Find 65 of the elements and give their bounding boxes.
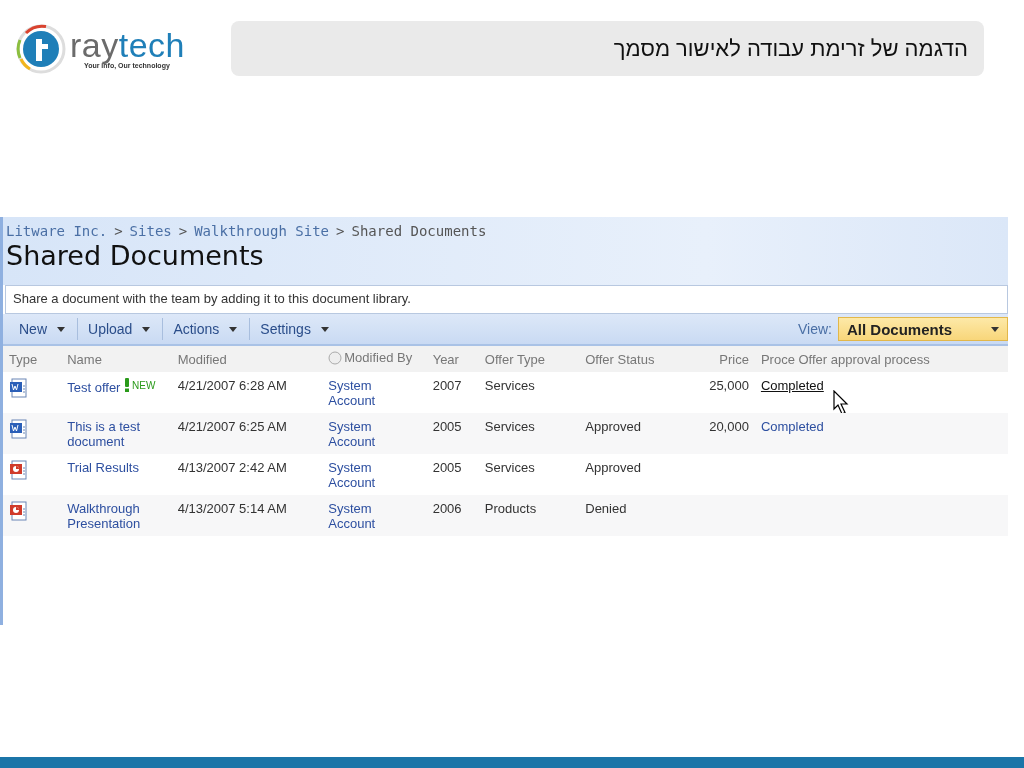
toolbar-menu[interactable]: Upload — [78, 318, 164, 340]
logo-wordmark: raytech — [70, 28, 185, 62]
new-label: NEW — [132, 379, 156, 391]
word-document-icon — [9, 378, 29, 398]
table-cell: 4/21/2007 6:28 AM — [171, 372, 323, 413]
document-name-link[interactable]: Trial Results — [61, 454, 172, 495]
table-cell: 2005 — [426, 454, 479, 495]
table-cell: 20,000 — [684, 413, 755, 454]
caret-icon — [142, 326, 151, 332]
column-header[interactable]: Name — [61, 346, 172, 372]
column-header[interactable]: Type — [3, 346, 62, 372]
column-header[interactable]: Modified — [171, 346, 323, 372]
user-link[interactable]: System Account — [322, 372, 427, 413]
page-title: Shared Documents — [6, 240, 265, 271]
user-link[interactable]: System Account — [322, 413, 427, 454]
presentation-file-icon — [9, 501, 29, 521]
breadcrumb-link[interactable]: Walkthrough Site — [194, 223, 330, 239]
column-header[interactable]: Price — [684, 346, 755, 372]
workflow-status-link[interactable]: Completed — [760, 419, 824, 434]
table-cell: 25,000 — [684, 372, 755, 413]
toolbar-menu[interactable]: Settings — [250, 318, 341, 340]
view-dropdown[interactable]: All Documents — [838, 317, 1008, 341]
workflow-status-link[interactable]: Completed — [760, 378, 824, 393]
logo-mark-icon — [16, 23, 66, 74]
caret-icon — [991, 326, 999, 332]
table-cell: 2006 — [426, 495, 479, 536]
table-cell: Approved — [579, 413, 685, 454]
table-cell: 4/13/2007 2:42 AM — [171, 454, 323, 495]
word-document-icon — [9, 419, 29, 439]
caret-icon — [320, 326, 329, 332]
description-text: Share a document with the team by adding it to this document library. — [5, 285, 1008, 314]
column-header[interactable]: Proce Offer approval process — [754, 346, 1008, 372]
exclamation-icon — [124, 378, 131, 392]
document-name-link[interactable]: Walkthrough Presentation — [61, 495, 172, 536]
table-cell: 2005 — [426, 413, 479, 454]
breadcrumb-separator: > — [178, 223, 188, 239]
presence-icon — [328, 350, 343, 365]
document-name-link[interactable]: This is a test document — [61, 413, 172, 454]
toolbar-menu[interactable]: Actions — [163, 318, 251, 340]
breadcrumb-separator: > — [114, 223, 123, 239]
column-header[interactable]: Offer Type — [478, 346, 580, 372]
user-link[interactable]: System Account — [322, 454, 427, 495]
column-header[interactable]: Year — [426, 346, 479, 372]
breadcrumb-link[interactable]: Sites — [129, 223, 172, 239]
table-cell: Services — [478, 413, 580, 454]
caret-icon — [57, 326, 65, 332]
view-label: View: — [798, 321, 832, 337]
breadcrumb-separator: > — [336, 223, 345, 239]
table-cell: Products — [478, 495, 580, 536]
table-cell: 4/21/2007 6:25 AM — [171, 413, 323, 454]
table-cell: Services — [478, 454, 580, 495]
presentation-file-icon — [9, 460, 29, 480]
table-cell: Denied — [579, 495, 685, 536]
table-cell: Approved — [579, 454, 685, 495]
user-link[interactable]: System Account — [322, 495, 427, 536]
table-cell: Services — [478, 372, 580, 413]
slide-title: הדגמה של זרימת עבודה לאישור מסמך — [613, 35, 968, 62]
breadcrumb-link[interactable]: Litware Inc. — [6, 223, 108, 239]
breadcrumb-current: Shared Documents — [351, 223, 487, 239]
table-cell: 2007 — [426, 372, 479, 413]
caret-icon — [229, 326, 238, 332]
toolbar-menu[interactable]: New — [9, 318, 78, 340]
document-name-link[interactable]: Test offer — [67, 380, 121, 395]
table-cell: 4/13/2007 5:14 AM — [171, 495, 323, 536]
column-header[interactable]: Offer Status — [579, 346, 685, 372]
